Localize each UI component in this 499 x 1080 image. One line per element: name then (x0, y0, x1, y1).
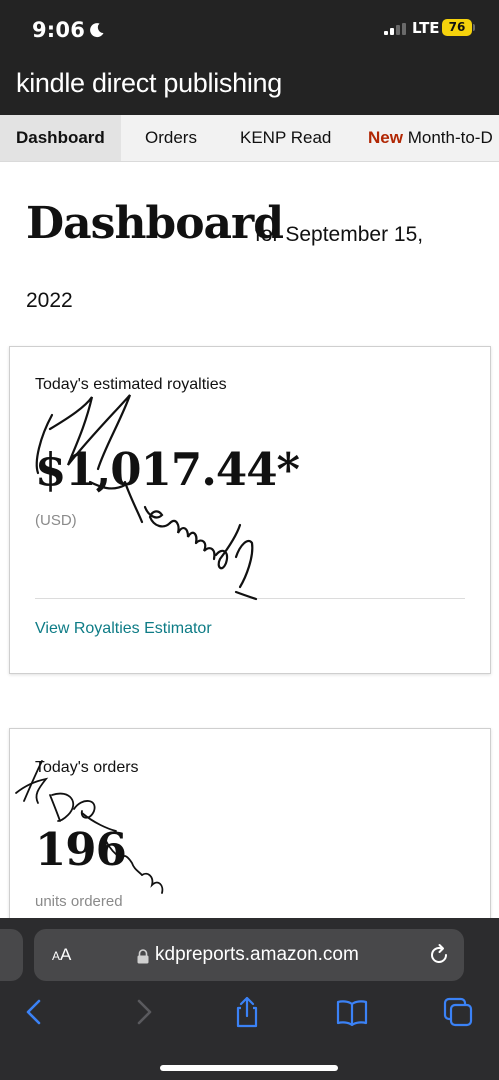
tab-month-to-date[interactable]: New Month-to-D (368, 115, 493, 161)
new-badge: New (368, 128, 403, 147)
browser-toolbar: AA kdpreports.amazon.com (0, 918, 499, 1080)
reload-icon[interactable] (427, 943, 451, 967)
text-size-small-a: A (52, 949, 61, 963)
text-size-button[interactable]: AA (52, 945, 71, 965)
tab-month-to-date-label: Month-to-D (407, 128, 493, 147)
tab-dashboard[interactable]: Dashboard (0, 115, 121, 161)
page-title: Dashboard (26, 198, 284, 249)
brand-logo[interactable]: kindle direct publishing (16, 68, 282, 99)
signal-icon (384, 23, 406, 35)
orders-card: Today's orders 196 units ordered (9, 728, 491, 929)
network-type: LTE (412, 19, 440, 37)
back-icon[interactable] (18, 995, 52, 1029)
moon-icon (90, 23, 104, 38)
report-tabs: Dashboard Orders KENP Read New Month-to-… (0, 115, 499, 162)
address-bar[interactable]: AA kdpreports.amazon.com (34, 929, 464, 981)
status-time: 9:06 (32, 18, 86, 42)
page-date: for September 15, (255, 223, 424, 246)
royalties-value: $1,017.44* (35, 443, 300, 496)
bookmarks-icon[interactable] (335, 995, 369, 1029)
page-date-year: 2022 (26, 289, 73, 312)
lock-icon (137, 949, 149, 964)
view-royalties-estimator-link[interactable]: View Royalties Estimator (35, 620, 212, 638)
card-divider (35, 598, 465, 599)
previous-tab-preview[interactable] (0, 929, 23, 981)
tabs-icon[interactable] (441, 995, 475, 1029)
battery-cap (473, 24, 475, 31)
orders-label: Today's orders (35, 759, 139, 776)
tab-orders[interactable]: Orders (145, 115, 197, 161)
status-bar: 9:06 LTE 76 (0, 0, 499, 58)
url-text: kdpreports.amazon.com (155, 944, 359, 965)
text-size-large-a: A (60, 945, 72, 964)
share-icon[interactable] (230, 995, 264, 1029)
currency-label: (USD) (35, 512, 77, 529)
forward-icon[interactable] (126, 995, 160, 1029)
royalties-card: Today's estimated royalties $1,017.44* (… (9, 346, 491, 674)
orders-value: 196 (35, 823, 127, 876)
kdp-header: kindle direct publishing (0, 58, 499, 115)
tab-kenp-read[interactable]: KENP Read (240, 115, 331, 161)
royalties-label: Today's estimated royalties (35, 376, 227, 393)
battery-indicator: 76 (442, 19, 472, 36)
units-ordered-label: units ordered (35, 893, 123, 910)
home-indicator (160, 1065, 338, 1071)
